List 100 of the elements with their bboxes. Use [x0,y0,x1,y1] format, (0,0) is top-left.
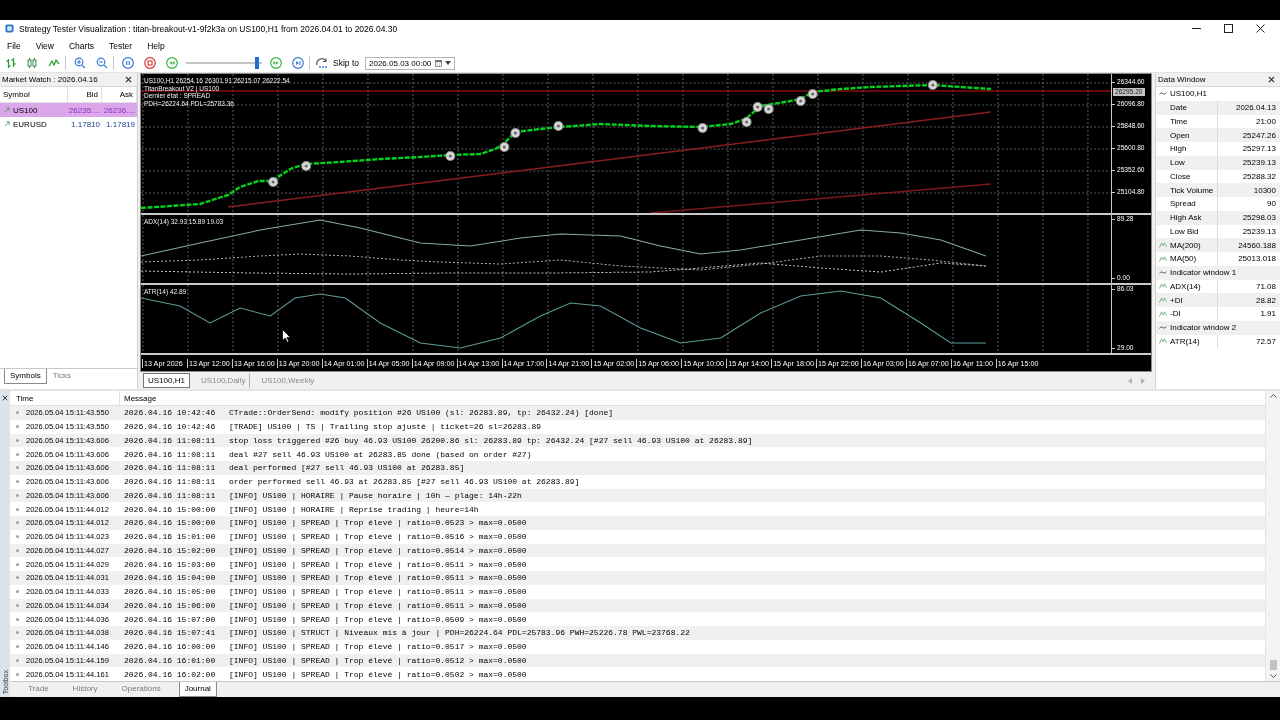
log-message: [INFO] US100 | SPREAD | Trop élevé | ratio=0.0509 > max=0.0500 [229,614,527,624]
log-message: [INFO] US100 | SPREAD | Trop élevé | ratio=0.0512 > max=0.0500 [229,655,527,665]
column-header[interactable]: Ask [102,87,137,102]
ask-price: 26236.... [102,104,136,117]
fast-forward-icon[interactable] [270,57,282,69]
menu-item[interactable]: File [7,40,21,51]
field-value: 25288.32 [1241,170,1277,183]
panel-tab[interactable]: History [66,682,104,697]
message-time: 2026.04.16 16:01:00 [124,655,217,665]
indicator-line-icon [1159,242,1167,249]
field-value: 25239.13 [1241,157,1277,170]
field-label: Date [1170,103,1187,113]
maximize-icon[interactable] [1224,24,1233,33]
group-label: Indicator window 2 [1170,323,1237,333]
log-message: [INFO] US100 | HORAIRE | Pause horaire | 10h — plage: 14h-22h [229,490,522,500]
message-time: 2026.04.16 15:03:00 [124,559,217,569]
message-time: 2026.04.16 15:06:00 [124,600,217,610]
bullet-icon [16,645,19,649]
bullet-icon [16,562,19,566]
field-label: MA(200) [1170,240,1201,250]
field-value: 72.57 [1254,335,1277,348]
close-icon[interactable] [125,76,132,83]
field-label: ADX(14) [1170,281,1201,291]
column-header[interactable]: Time [10,391,120,405]
indicator-line-icon [1159,297,1167,304]
panel-tab[interactable]: Journal [178,682,217,697]
menu-item[interactable]: View [35,40,54,51]
zoom-out-icon[interactable] [96,57,108,69]
mouse-pointer-icon [282,329,291,343]
bullet-icon [16,576,19,580]
bullet-icon [16,658,19,662]
log-message: deal performed [#27 sell 46.93 US100 at 26283.85] [229,463,465,473]
calendar-icon [435,59,442,67]
slider-thumb[interactable] [254,57,259,69]
bullet-icon [16,480,19,484]
column-header[interactable]: Message [120,391,1265,405]
panel-title: Data Window [1158,75,1206,84]
scroll-up-icon[interactable] [1269,394,1277,398]
field-label: -DI [1170,309,1181,319]
field-value: 25297.13 [1241,143,1277,156]
arrow-up-right-icon [4,121,10,127]
ask-price: 1.17819 [105,118,136,131]
scroll-down-icon[interactable] [1269,674,1277,678]
message-time: 2026.04.16 10:42:46 [124,408,217,418]
pause-icon[interactable] [122,57,134,69]
indicator-line-icon [1159,283,1167,290]
scrollbar[interactable] [1265,391,1280,681]
line-chart-icon[interactable] [48,57,60,69]
field-label: MA(50) [1170,254,1197,264]
stop-icon[interactable] [144,57,156,69]
field-value: 24560.188 [1237,239,1277,252]
app-icon [5,24,14,33]
log-message: [INFO] US100 | SPREAD | Trop élevé | ratio=0.0514 > max=0.0500 [229,545,527,555]
circular-arrow-icon[interactable] [315,57,329,69]
symbol-name: US100 [13,105,38,115]
group-label: Indicator window 1 [1170,268,1237,278]
column-header[interactable]: Symbol [0,87,68,102]
candlestick-icon[interactable] [26,57,38,69]
field-value: 21:00 [1254,115,1277,128]
log-message: deal #27 sell 46.93 US100 at 26283.85 done (based on order #27) [229,449,532,459]
menu-item[interactable]: Tester [109,40,133,51]
zoom-in-icon[interactable] [74,57,86,69]
field-value: 2026.04.13 [1234,102,1277,115]
log-message: [INFO] US100 | SPREAD | Trop élevé | ratio=0.0523 > max=0.0500 [229,518,527,528]
field-value: 25247.26 [1241,129,1277,142]
bid-price: 1.17810 [70,118,101,131]
bar-chart-icon[interactable] [5,57,17,69]
field-label: Close [1170,171,1191,181]
skip-forward-icon[interactable] [292,57,304,69]
panel-tab[interactable]: Trade [22,682,55,697]
log-message: [INFO] US100 | SPREAD | Trop élevé | ratio=0.0511 > max=0.0500 [229,573,527,583]
symbol-row[interactable]: US100 26235.... 26236.... [0,103,137,117]
menu-item[interactable]: Help [147,40,165,51]
arrow-up-right-icon [4,107,10,113]
message-time: 2026.04.16 10:42:46 [124,422,217,432]
message-time: 2026.04.16 15:04:00 [124,573,217,583]
rewind-icon[interactable] [166,57,178,69]
close-icon[interactable] [1256,24,1265,33]
panel-title: Market Watch : 2026.04.16 [2,75,98,84]
caret-icon[interactable] [445,61,451,65]
bullet-icon [16,617,19,621]
field-label: Open [1170,130,1190,140]
date-field[interactable]: 2026.05.03 00:00 [365,56,455,70]
panel-tab[interactable]: Symbols [4,369,47,384]
log-message: [INFO] US100 | SPREAD | Trop élevé | ratio=0.0502 > max=0.0500 [229,669,527,679]
menu-item[interactable]: Charts [69,40,95,51]
message-time: 2026.04.16 16:02:00 [124,669,217,679]
field-label: High Ask [1170,213,1202,223]
close-icon[interactable] [1268,76,1275,83]
log-message: [INFO] US100 | SPREAD | Trop élevé | ratio=0.0516 > max=0.0500 [229,532,527,542]
panel-tab[interactable]: Operations [115,682,167,697]
bullet-icon [16,452,19,456]
panel-tab[interactable]: Ticks [46,369,78,384]
column-header[interactable]: Bid [68,87,102,102]
scrollbar-thumb[interactable] [1269,660,1277,670]
message-time: 2026.04.16 11:08:11 [124,463,217,473]
close-icon[interactable] [2,395,8,401]
field-label: Low Bid [1170,226,1199,236]
chart-tab[interactable]: US100,H1 [143,373,190,388]
log-message: [INFO] US100 | SPREAD | Trop élevé | ratio=0.0511 > max=0.0500 [229,587,527,597]
